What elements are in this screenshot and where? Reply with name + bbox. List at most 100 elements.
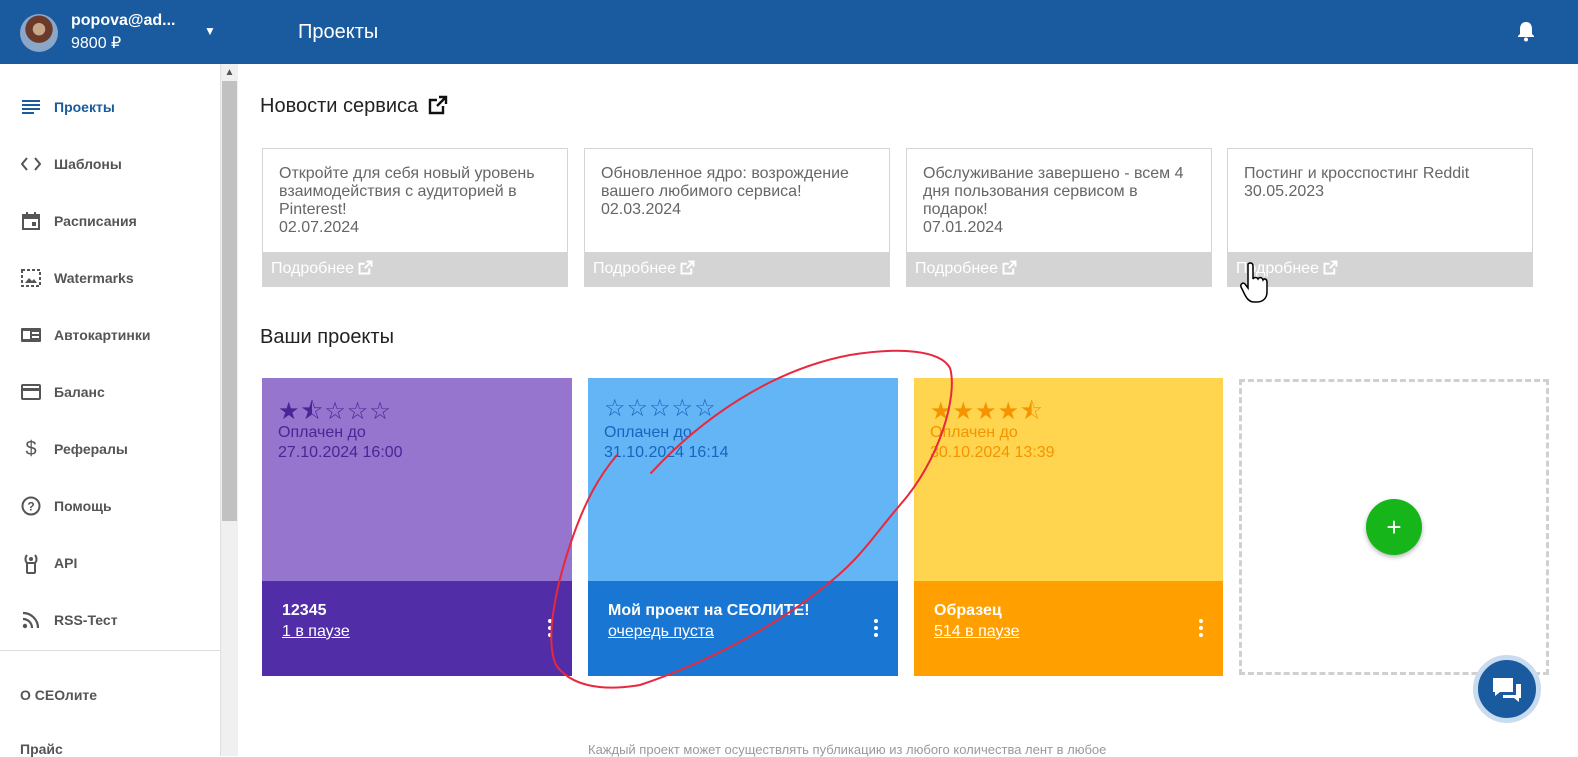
antenna-icon [20,552,42,574]
project-card[interactable]: ☆☆☆☆☆ Оплачен до 31.10.2024 16:14 Мой пр… [588,378,898,676]
sidebar-item-templates[interactable]: Шаблоны [0,144,221,184]
news-more-label: Подробнее [271,260,354,277]
dollar-icon: $ [25,437,37,460]
sidebar-item-label: Помощь [54,498,112,514]
scroll-thumb[interactable] [222,81,237,521]
project-name[interactable]: 12345 [282,602,327,620]
news-date: 07.01.2024 [923,219,1004,236]
external-link-icon [358,260,373,275]
news-card: Обновленное ядро: возрождение вашего люб… [584,148,890,287]
projects-section-title: Ваши проекты [260,326,394,348]
project-status-link[interactable]: 1 в паузе [282,623,350,641]
sidebar-item-label: API [54,555,78,571]
badge-icon [20,324,42,346]
sidebar-item-schedules[interactable]: Расписания [0,201,221,241]
news-headline: Откройте для себя новый уровень взаимоде… [279,165,535,218]
image-icon [20,267,42,289]
sidebar-item-label: Watermarks [54,270,134,286]
news-more-label: Подробнее [593,260,676,277]
code-icon [20,153,42,175]
external-link-icon [1323,260,1338,275]
chevron-down-icon[interactable]: ▼ [204,24,216,38]
sidebar-divider [0,650,221,651]
news-text: Обновленное ядро: возрождение вашего люб… [601,165,875,219]
bell-icon[interactable] [1516,20,1536,42]
sidebar-item-rss-test[interactable]: RSS-Тест [0,600,221,640]
project-status-link[interactable]: очередь пуста [608,623,714,641]
svg-text:?: ? [27,500,34,514]
news-text: Обслуживание завершено - всем 4 дня поль… [923,165,1197,237]
news-title-text: Новости сервиса [260,95,419,117]
project-name[interactable]: Мой проект на СЕОЛИТЕ! [608,602,810,620]
calendar-icon [20,210,42,232]
project-card[interactable]: ★⯪☆☆☆ Оплачен до 27.10.2024 16:00 12345 … [262,378,572,676]
news-headline: Обновленное ядро: возрождение вашего люб… [601,165,849,200]
sidebar-item-help[interactable]: ? Помощь [0,486,221,526]
sidebar-item-label: Баланс [54,384,105,400]
project-name[interactable]: Образец [934,602,1002,620]
rating-stars: ☆☆☆☆☆ [604,395,717,422]
sidebar-item-label: Проекты [54,99,115,115]
paid-until-date: 27.10.2024 16:00 [278,444,403,461]
sidebar-item-referrals[interactable]: $ Рефералы [0,429,221,469]
sidebar-item-projects[interactable]: Проекты [0,87,221,127]
more-vert-icon[interactable] [874,619,878,637]
user-email[interactable]: popova@ad... [71,12,176,30]
external-link-icon [1002,260,1017,275]
news-more-link[interactable]: Подробнее [907,252,1211,286]
add-project-button[interactable]: + [1366,499,1422,555]
external-link-icon[interactable] [428,95,448,115]
avatar[interactable] [20,14,58,52]
sidebar-item-label: RSS-Тест [54,612,118,628]
news-card: Откройте для себя новый уровень взаимоде… [262,148,568,287]
sidebar-item-watermarks[interactable]: Watermarks [0,258,221,298]
project-card-bottom: Образец 514 в паузе [914,581,1223,676]
news-text: Откройте для себя новый уровень взаимоде… [279,165,553,237]
chat-icon [1493,678,1521,702]
chat-button[interactable] [1473,655,1541,723]
paid-until-date: 31.10.2024 16:14 [604,444,729,461]
news-card: Обслуживание завершено - всем 4 дня поль… [906,148,1212,287]
credit-card-icon [20,381,42,403]
sidebar-scrollbar[interactable]: ▲ [221,64,238,756]
paid-label: Оплачен до [278,424,366,441]
more-vert-icon[interactable] [548,619,552,637]
sidebar-link-price[interactable]: Прайс [20,741,63,757]
news-more-label: Подробнее [915,260,998,277]
help-icon: ? [20,495,42,517]
news-text: Постинг и кросспостинг Reddit 30.05.2023 [1244,165,1518,201]
scroll-up-icon[interactable]: ▲ [221,64,238,81]
news-more-link[interactable]: Подробнее [585,252,889,286]
external-link-icon [680,260,695,275]
page-title: Проекты [298,21,379,43]
sidebar: Проекты Шаблоны Расписания Watermarks Ав… [0,64,221,757]
sidebar-item-label: Автокартинки [54,327,151,343]
news-more-link[interactable]: Подробнее [263,252,567,286]
news-section-title: Новости сервиса [260,95,448,118]
project-card-top[interactable]: ★⯪☆☆☆ Оплачен до 27.10.2024 16:00 [262,378,572,581]
user-balance: 9800 ₽ [71,35,122,52]
project-card-top[interactable]: ☆☆☆☆☆ Оплачен до 31.10.2024 16:14 [588,378,898,581]
more-vert-icon[interactable] [1199,619,1203,637]
sidebar-item-label: Шаблоны [54,156,122,172]
top-bar: popova@ad... 9800 ₽ ▼ Проекты [0,0,1578,64]
paid-label: Оплачен до [930,424,1018,441]
sidebar-item-autoimages[interactable]: Автокартинки [0,315,221,355]
project-card-top[interactable]: ★★★★⯪ Оплачен до 30.10.2024 13:39 [914,378,1223,581]
project-status-link[interactable]: 514 в паузе [934,623,1020,641]
paid-until-date: 30.10.2024 13:39 [930,444,1055,461]
news-date: 02.03.2024 [601,201,682,218]
list-icon [20,96,42,118]
news-headline: Постинг и кросспостинг Reddit [1244,165,1470,182]
footer-note: Каждый проект может осуществлять публика… [588,742,1107,757]
sidebar-item-api[interactable]: API [0,543,221,583]
hand-cursor-icon [1240,262,1268,303]
sidebar-item-label: Расписания [54,213,137,229]
sidebar-link-about[interactable]: О СЕОлите [20,687,97,703]
project-card[interactable]: ★★★★⯪ Оплачен до 30.10.2024 13:39 Образе… [914,378,1223,676]
news-date: 30.05.2023 [1244,183,1325,200]
sidebar-item-label: Рефералы [54,441,128,457]
paid-label: Оплачен до [604,424,692,441]
sidebar-item-balance[interactable]: Баланс [0,372,221,412]
news-date: 02.07.2024 [279,219,360,236]
